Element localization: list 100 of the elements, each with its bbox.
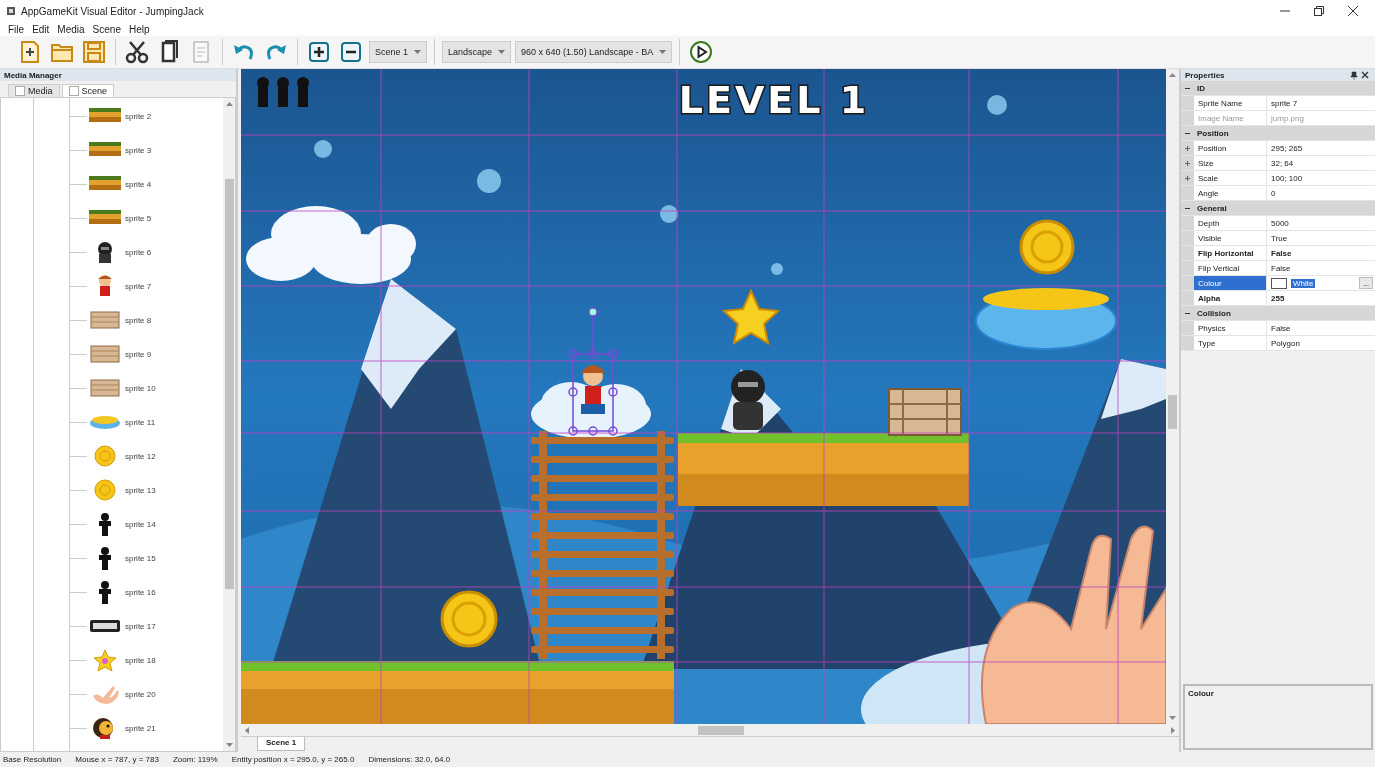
save-button[interactable] [80,38,108,66]
scrollbar-thumb[interactable] [1168,395,1177,429]
property-value[interactable]: 32; 64 [1271,158,1294,168]
dropdown[interactable]: Landscape [442,41,512,63]
tree-item[interactable]: sprite 10 [125,383,156,393]
tree-item[interactable]: sprite 21 [125,723,156,733]
close-icon[interactable] [1361,71,1369,79]
property-group[interactable]: Position [1194,126,1229,140]
menu-item[interactable]: Help [128,23,150,35]
lives-drawing [257,77,309,107]
property-value[interactable]: 255 [1271,293,1285,303]
silhouette-icon [98,580,112,604]
scene-tab[interactable]: Scene 1 [257,737,306,751]
menu-item[interactable]: Scene [92,23,121,35]
caret-icon [659,50,667,54]
property-value[interactable]: False [1271,323,1291,333]
property-value[interactable]: Polygon [1271,338,1300,348]
tab[interactable]: Media [8,84,60,97]
scroll-up-icon[interactable] [1169,73,1176,77]
property-name[interactable]: Type [1194,336,1267,350]
property-name[interactable]: Size [1194,156,1267,170]
property-group[interactable]: ID [1194,81,1205,95]
expand-icon[interactable] [1185,175,1190,181]
save-icon [82,40,106,64]
property-value[interactable]: False [1271,263,1291,273]
app-icon [6,6,16,16]
status-text: Base Resolution [3,755,62,764]
tree-item[interactable]: sprite 3 [125,145,152,155]
tree-item[interactable]: sprite 14 [125,519,156,529]
dropdown[interactable]: Scene 1 [369,41,428,63]
tab[interactable]: Scene [61,84,115,97]
property-value[interactable]: 0 [1271,188,1276,198]
scroll-down-icon[interactable] [1169,716,1176,720]
property-value[interactable]: True [1271,233,1288,243]
status-text: Zoom: 119% [172,755,218,764]
expand-icon[interactable] [1185,160,1190,166]
tree-item[interactable]: sprite 15 [125,553,156,563]
property-name[interactable]: Visible [1194,231,1267,245]
caret-icon [414,50,422,54]
coin [440,590,498,648]
property-value[interactable]: 5000 [1271,218,1289,228]
scroll-right-icon[interactable] [1171,726,1175,734]
add-icon [307,40,331,64]
level-title: LEVEL 1 [678,78,870,122]
property-name[interactable]: Position [1194,141,1267,155]
restore-icon[interactable] [1313,5,1325,17]
menu-item[interactable]: Media [57,23,85,35]
crate-icon [87,376,123,400]
scroll-left-icon[interactable] [245,726,249,734]
property-name[interactable]: Physics [1194,321,1267,335]
tree-item[interactable]: sprite 11 [125,417,156,427]
tree-item[interactable]: sprite 12 [125,451,156,461]
menu-item[interactable]: Edit [32,23,50,35]
dropdown[interactable]: 960 x 640 (1.50) Landscape - BA [515,41,673,63]
scrollbar-thumb[interactable] [224,179,234,589]
tree-item[interactable]: sprite 13 [125,485,156,495]
property-name[interactable]: Alpha [1194,291,1267,305]
crate-icon [87,342,123,366]
property-name[interactable]: Flip Horizontal [1194,246,1267,260]
new-document-icon [18,40,42,64]
tree-item[interactable]: sprite 18 [125,655,156,665]
property-name[interactable]: Scale [1194,171,1267,185]
tree-item[interactable]: sprite 17 [125,621,156,631]
scrollbar-thumb[interactable] [698,725,744,735]
tree-item[interactable]: sprite 8 [125,315,152,325]
property-name[interactable]: Depth [1194,216,1267,230]
coin [1019,219,1075,275]
property-value[interactable]: False [1271,248,1292,258]
property-name[interactable]: Angle [1194,186,1267,200]
property-value[interactable]: 100; 100 [1271,173,1303,183]
panel-title: Properties [1185,70,1225,80]
expand-icon[interactable] [1185,145,1190,151]
tree-item[interactable]: sprite 4 [125,179,152,189]
property-value[interactable]: sprite 7 [1271,98,1298,108]
selection-box[interactable] [568,307,618,436]
tree-item[interactable]: sprite 16 [125,587,156,597]
scroll-down-icon[interactable] [225,743,233,747]
tree-item[interactable]: sprite 7 [125,281,152,291]
menu-item[interactable]: File [8,23,25,35]
property-name[interactable]: Sprite Name [1194,96,1267,110]
silhouette-icon [98,512,112,536]
property-group[interactable]: General [1194,201,1227,215]
caret-icon [498,50,506,54]
remove-icon [339,40,363,64]
colour-swatch [1271,277,1287,289]
status-text: Dimensions: 32.0, 64.0 [368,755,451,764]
property-value[interactable]: White [1291,278,1316,288]
tree-item[interactable]: sprite 5 [125,213,152,223]
tree-item[interactable]: sprite 20 [125,689,156,699]
tree-item[interactable]: sprite 6 [125,247,152,257]
tree-item[interactable]: sprite 2 [125,111,152,121]
pin-icon[interactable] [1350,70,1358,80]
tree-item[interactable]: sprite 9 [125,349,152,359]
scroll-up-icon[interactable] [225,102,233,106]
close-icon[interactable] [1347,5,1359,17]
property-name[interactable]: Flip Vertical [1194,261,1267,275]
property-name[interactable]: Colour [1194,276,1267,290]
panel-title: Media Manager [0,69,236,81]
property-group[interactable]: Collision [1194,306,1231,320]
property-value[interactable]: 295; 265 [1271,143,1303,153]
